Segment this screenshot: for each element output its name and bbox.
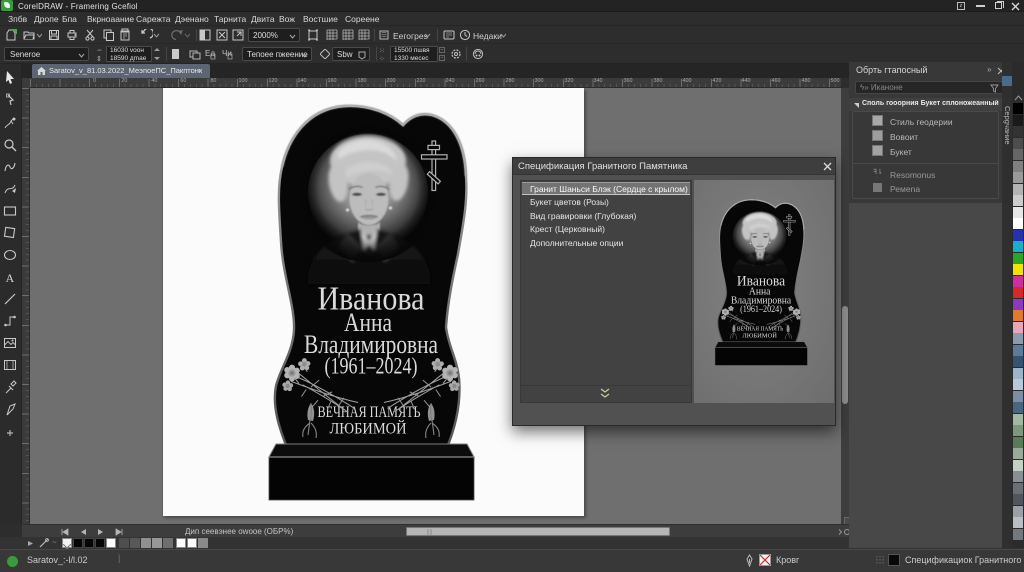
svg-text:Ед: Ед bbox=[205, 49, 215, 58]
svg-text:Чи: Чи bbox=[222, 49, 232, 58]
svg-text:A: A bbox=[6, 271, 15, 285]
